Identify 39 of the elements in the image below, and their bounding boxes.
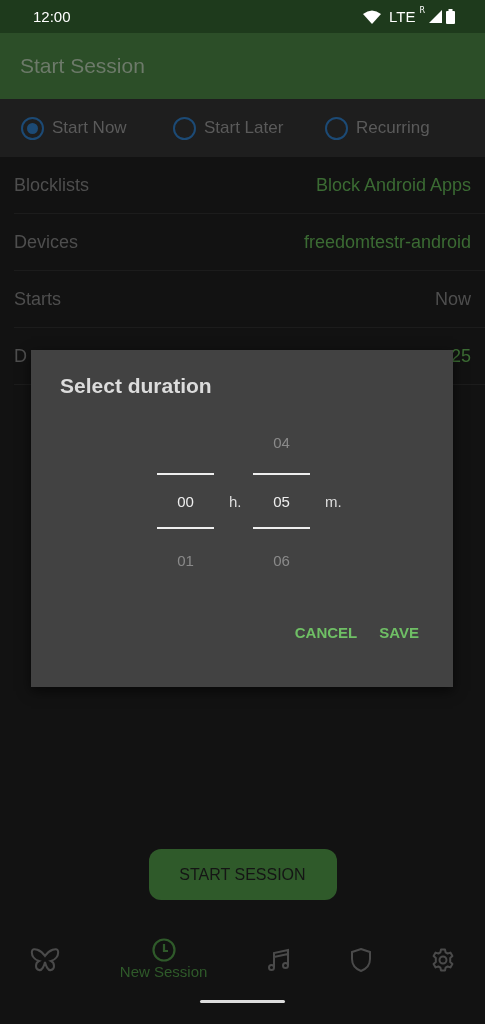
picker-value[interactable]: 05 xyxy=(253,473,310,529)
wifi-icon xyxy=(363,9,382,24)
setting-label: Devices xyxy=(14,231,79,253)
settings-icon xyxy=(431,948,456,972)
dialog-button[interactable]: SAVE xyxy=(373,616,425,649)
battery-icon xyxy=(446,9,455,24)
picker-option[interactable]: 06 xyxy=(273,551,290,569)
setting-label: Starts xyxy=(14,288,61,310)
dialog-title: Select duration xyxy=(60,374,213,398)
radio-label[interactable]: Recurring xyxy=(356,118,430,138)
radio-button[interactable] xyxy=(21,116,44,140)
unit-label: m. xyxy=(325,492,343,510)
butterfly-icon xyxy=(29,948,60,972)
radio-button[interactable] xyxy=(325,116,348,140)
picker-value[interactable]: 00 xyxy=(157,473,214,529)
home-indicator[interactable] xyxy=(200,1000,285,1003)
shield-icon xyxy=(351,948,372,972)
radio-button[interactable] xyxy=(173,116,196,140)
setting-value[interactable]: freedomtestr-android xyxy=(303,231,471,253)
app-title: Start Session xyxy=(20,54,145,78)
picker-option[interactable]: 01 xyxy=(177,551,194,569)
start-session-button[interactable]: START SESSION xyxy=(148,849,337,900)
picker-option[interactable]: 04 xyxy=(273,433,290,451)
status-time: 12:00 xyxy=(33,8,71,25)
dialog-button[interactable]: CANCEL xyxy=(288,616,364,649)
setting-value[interactable]: 25 xyxy=(450,345,471,367)
setting-label: D xyxy=(14,345,27,367)
radio-label[interactable]: Start Later xyxy=(204,118,284,138)
clock-icon xyxy=(151,938,176,962)
roaming-label: R xyxy=(419,6,425,15)
signal-icon xyxy=(429,10,442,23)
setting-label: Blocklists xyxy=(14,174,89,196)
network-label: LTE xyxy=(389,8,416,25)
radio-label[interactable]: Start Now xyxy=(52,118,127,138)
unit-label: h. xyxy=(229,492,243,510)
setting-value[interactable]: Block Android Apps xyxy=(315,174,471,196)
music-note-icon xyxy=(267,948,292,972)
nav-tab[interactable]: New Session xyxy=(119,938,208,980)
setting-value[interactable]: Now xyxy=(435,288,471,310)
